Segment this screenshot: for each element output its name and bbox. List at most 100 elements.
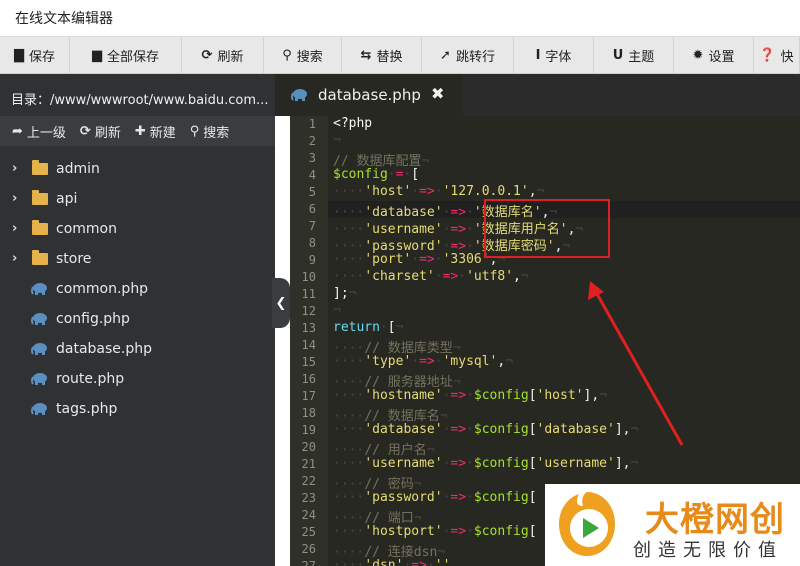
sidebar-action-refresh[interactable]: ⟳ 刷新 <box>80 122 121 141</box>
code-line: return·[¬ <box>333 320 403 335</box>
close-icon[interactable]: ✖ <box>431 84 444 103</box>
toolbar-button-label: 保存 <box>28 50 55 65</box>
line-number: 15 <box>301 355 316 369</box>
file-item-tags-php[interactable]: tags.php <box>0 394 275 424</box>
code-token: ¬ <box>421 154 430 169</box>
code-token: ¬ <box>599 388 607 403</box>
folder-item-store[interactable]: › store <box>0 244 275 274</box>
file-sidebar: 目录：/www/wwwroot/www.baidu.com... ➦ 上一级 ⟳ 刷新… <box>0 74 275 566</box>
toolbar-button-replace[interactable]: ⇆ 替换 <box>342 37 422 73</box>
line-number: 24 <box>301 508 316 522</box>
folder-item-api[interactable]: › api <box>0 184 275 214</box>
line-number: 5 <box>308 185 316 199</box>
php-elephant-icon <box>31 283 47 295</box>
file-label: config.php <box>56 311 130 327</box>
code-token: 'dsn' <box>364 558 404 566</box>
save-icon: ▇ <box>13 48 24 63</box>
goto-line-icon: ➚ <box>440 48 451 63</box>
code-line: ····'password'·=>·$config[ <box>333 490 537 505</box>
line-number: 14 <box>301 338 316 352</box>
sidebar-action-plus[interactable]: ✚ 新建 <box>135 122 176 141</box>
toolbar-button-save[interactable]: ▇ 保存 <box>0 37 70 73</box>
code-token: · <box>411 354 420 369</box>
code-token: ], <box>614 422 631 437</box>
chevron-right-icon[interactable]: › <box>12 191 22 206</box>
code-line: <?php <box>333 116 372 131</box>
code-token: => <box>411 558 427 566</box>
file-label: route.php <box>56 371 125 387</box>
code-token: ¬ <box>505 354 514 369</box>
code-token: => <box>419 252 435 267</box>
php-elephant-icon <box>31 343 47 355</box>
chevron-right-icon[interactable]: › <box>12 221 22 236</box>
code-token: $config <box>333 167 388 182</box>
code-token: · <box>466 422 474 437</box>
toolbar-button-label: 快 <box>780 50 794 65</box>
toolbar-button-settings[interactable]: ✹ 设置 <box>674 37 754 73</box>
code-line: ····'host'·=>·'127.0.0.1',¬ <box>333 184 544 199</box>
folder-item-common[interactable]: › common <box>0 214 275 244</box>
sidebar-action-up-level[interactable]: ➦ 上一级 <box>12 122 66 141</box>
toolbar-button-goto-line[interactable]: ➚ 跳转行 <box>422 37 514 73</box>
folder-icon <box>32 250 48 265</box>
file-item-config-php[interactable]: config.php <box>0 304 275 334</box>
replace-icon: ⇆ <box>360 48 372 63</box>
folder-item-admin[interactable]: › admin <box>0 154 275 184</box>
code-token: · <box>434 354 443 369</box>
file-item-route-php[interactable]: route.php <box>0 364 275 394</box>
file-item-common-php[interactable]: common.php <box>0 274 275 304</box>
toolbar-button-search[interactable]: ⚲ 搜索 <box>264 37 342 73</box>
chevron-right-icon[interactable]: › <box>12 161 22 176</box>
toolbar-button-label: 主题 <box>628 50 655 65</box>
toolbar-button-label: 替换 <box>376 50 403 65</box>
code-token: $config <box>473 388 529 403</box>
code-token: [ <box>528 388 537 403</box>
toolbar-button-refresh[interactable]: ⟳ 刷新 <box>182 37 264 73</box>
sidebar-action-label: 搜索 <box>203 125 230 141</box>
window-title: 在线文本编辑器 <box>15 11 113 27</box>
php-elephant-icon <box>31 403 47 415</box>
line-number: 19 <box>301 423 316 437</box>
line-number: 17 <box>301 389 316 403</box>
search-icon: ⚲ <box>282 48 292 63</box>
tab-database-php[interactable]: database.php ✖ <box>275 74 463 116</box>
code-line: ····'database'·=>·$config['database'],¬ <box>333 422 638 437</box>
code-token: => <box>450 388 467 403</box>
toolbar-button-font[interactable]: Ⅰ 字体 <box>514 37 594 73</box>
chevron-right-icon[interactable]: › <box>12 251 22 266</box>
toolbar-button-shortcut[interactable]: ❓ 快 <box>754 37 800 73</box>
php-elephant-icon <box>31 373 47 385</box>
toolbar-button-theme[interactable]: U 主题 <box>594 37 674 73</box>
code-token: ···· <box>333 422 365 437</box>
code-token: · <box>466 456 474 471</box>
play-logo-icon <box>559 492 615 556</box>
code-token: ¬ <box>520 269 529 284</box>
code-token: ¬ <box>630 456 639 471</box>
editor-tab-bar: database.php ✖ <box>275 74 800 116</box>
line-number: 11 <box>301 287 316 301</box>
code-token: 'username' <box>536 456 615 471</box>
code-token: · <box>466 490 474 505</box>
sidebar-action-search[interactable]: ⚲ 搜索 <box>190 122 230 141</box>
toolbar-button-save-all[interactable]: ▆ 全部保存 <box>70 37 182 73</box>
code-token: ¬ <box>395 320 404 335</box>
file-label: common.php <box>56 281 149 297</box>
code-token: ···· <box>333 388 365 403</box>
file-item-database-php[interactable]: database.php <box>0 334 275 364</box>
line-number: 9 <box>308 253 316 267</box>
code-token: => <box>419 354 435 369</box>
code-token: => <box>442 269 459 284</box>
collapse-sidebar-button[interactable]: ❮ <box>272 278 290 328</box>
code-line: ····'type'·=>·'mysql',¬ <box>333 354 513 369</box>
line-number: 27 <box>301 559 316 566</box>
code-token: ···· <box>333 490 365 505</box>
code-token: · <box>466 388 474 403</box>
code-token: · <box>411 184 420 199</box>
code-token: · <box>387 167 396 182</box>
code-token: ¬ <box>536 184 545 199</box>
code-token: => <box>419 184 435 199</box>
save-all-icon: ▆ <box>91 48 102 63</box>
toolbar-button-label: 跳转行 <box>455 50 495 65</box>
line-number: 10 <box>301 270 316 284</box>
code-token: 'password' <box>364 490 443 505</box>
